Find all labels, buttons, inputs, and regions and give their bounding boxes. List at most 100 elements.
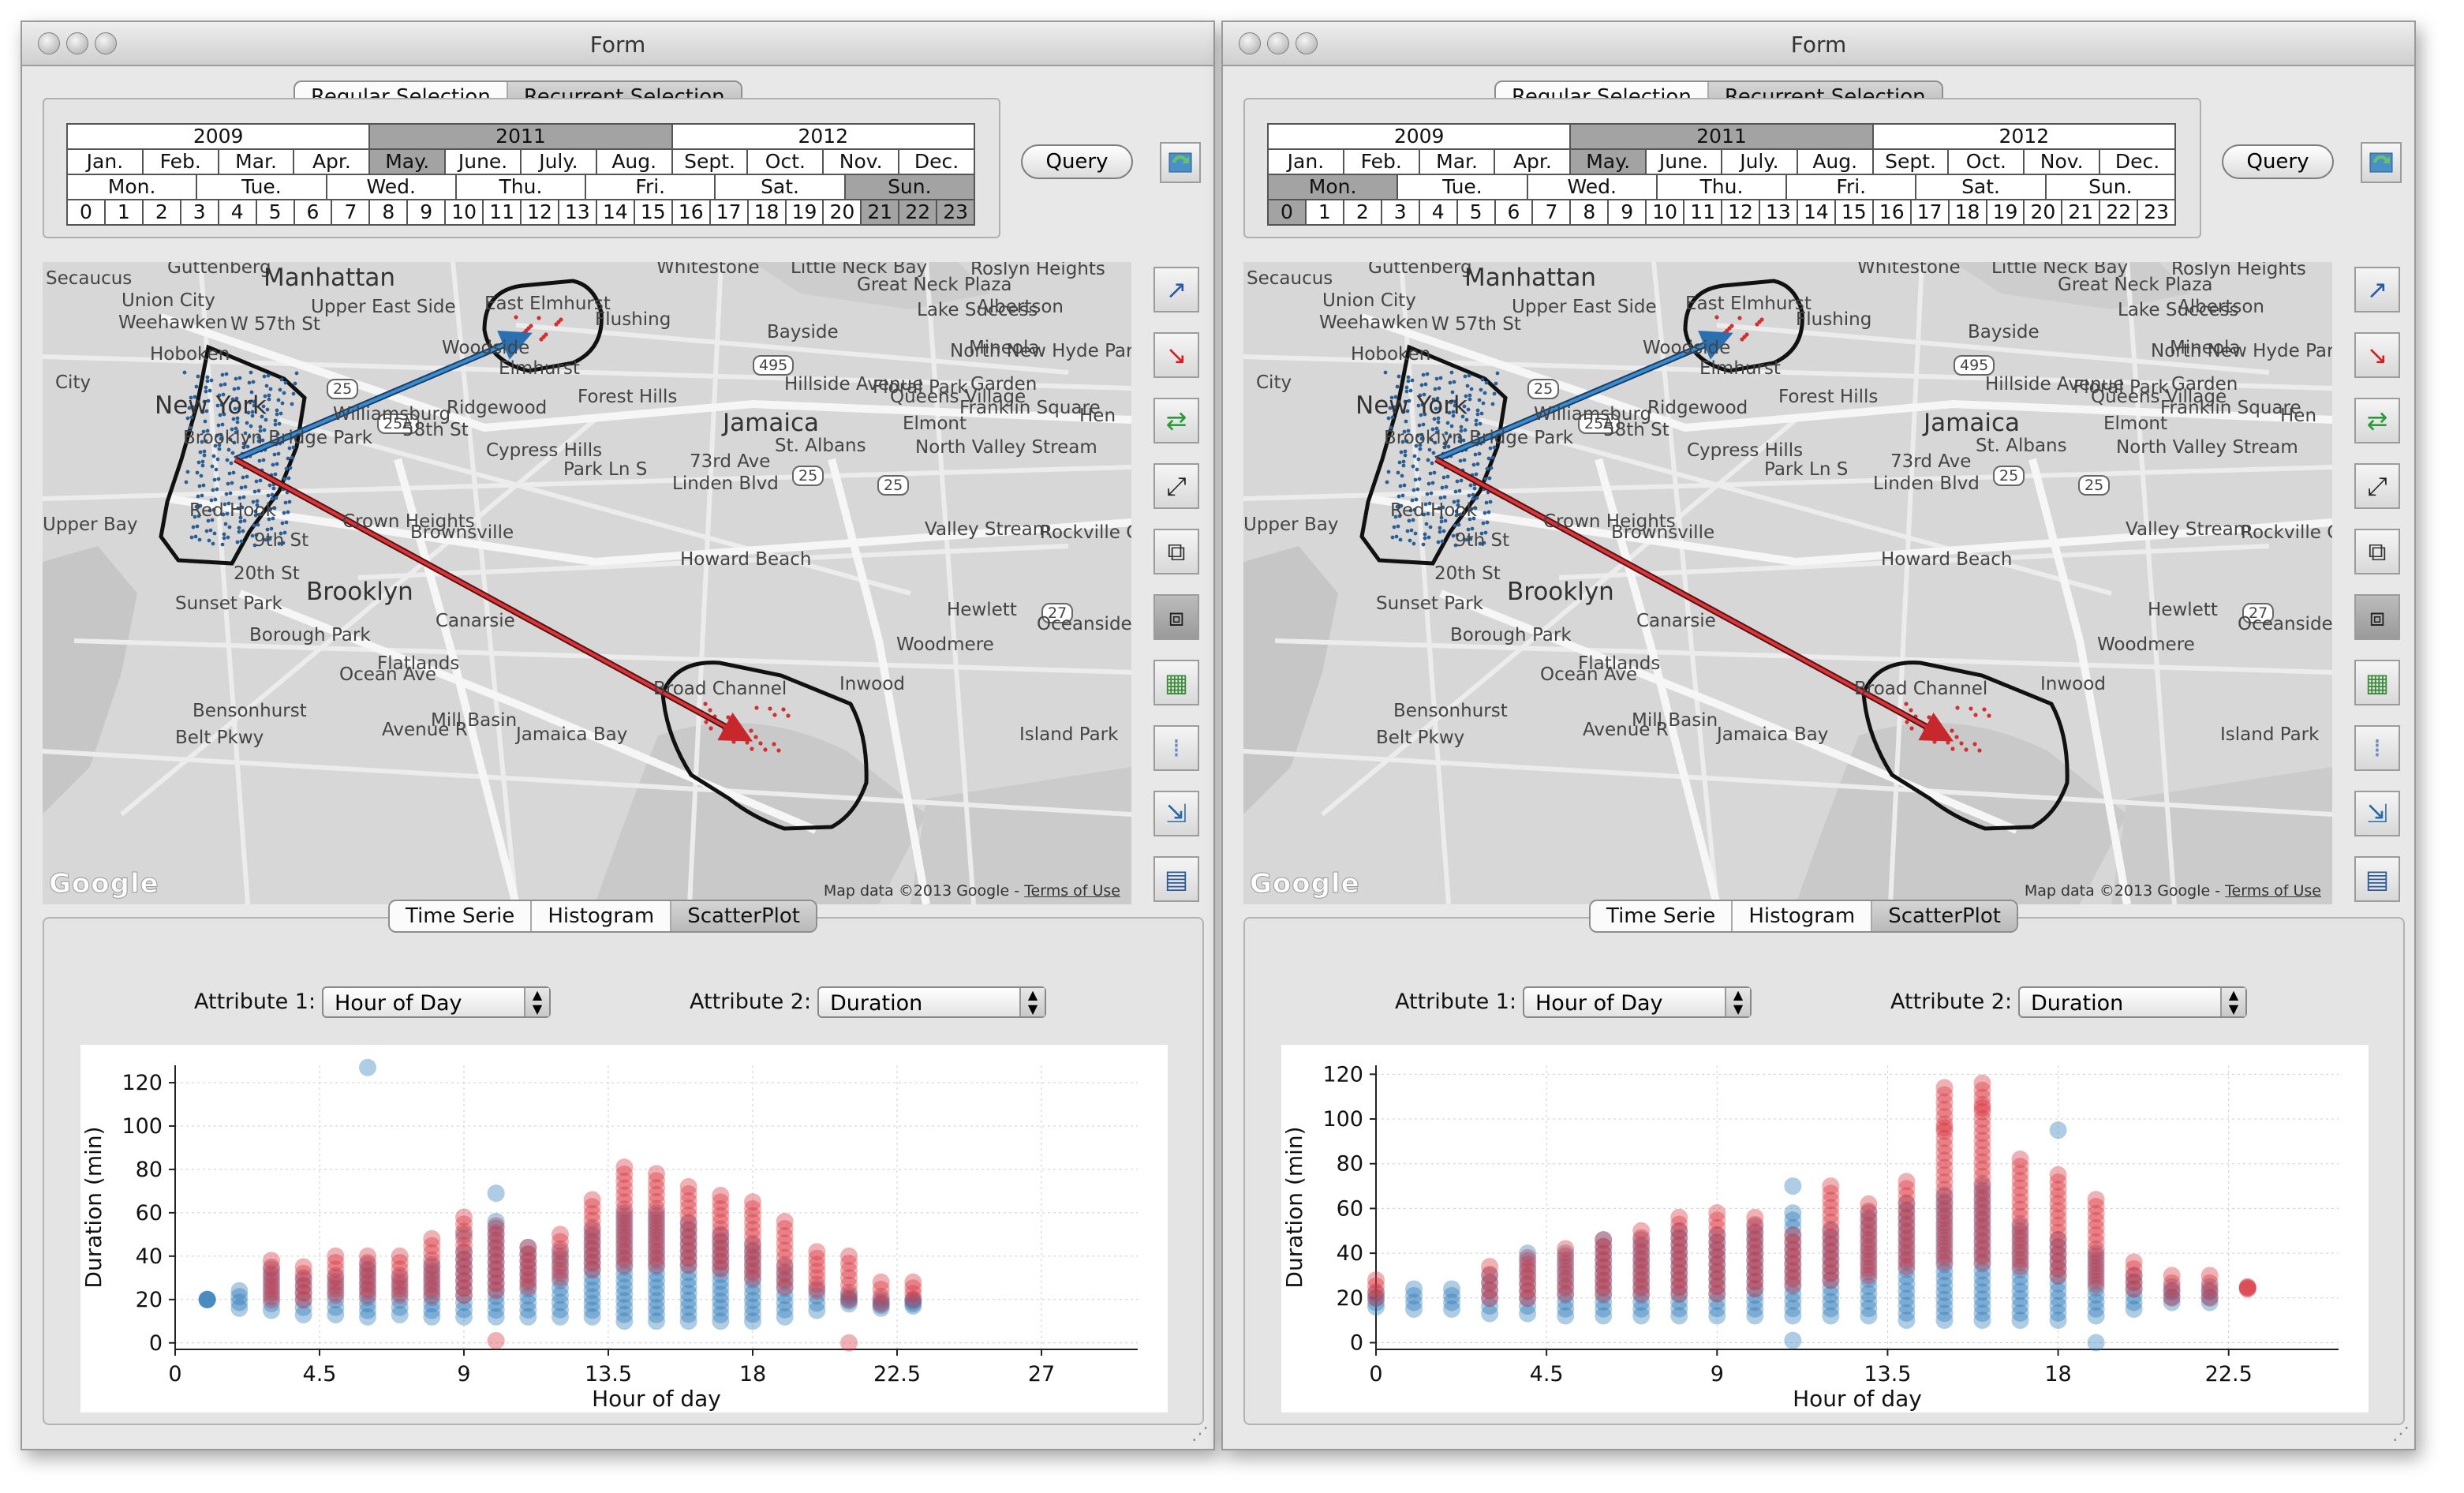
calendar-weekday-cell[interactable]: Wed. [1528, 175, 1658, 199]
calendar-hour-cell[interactable]: 21 [862, 200, 900, 224]
calendar-weekday-cell[interactable]: Tue. [197, 175, 327, 199]
calendar-hour-cell[interactable]: 18 [1950, 200, 1987, 224]
calendar-hour-cell[interactable]: 11 [484, 200, 522, 224]
calendar-hour-cell[interactable]: 19 [787, 200, 824, 224]
calendar-month-cell[interactable]: Jan. [1269, 150, 1344, 174]
select-od-icon[interactable]: ⤢ [1153, 463, 1199, 509]
calendar-hour-cell[interactable]: 6 [295, 200, 333, 224]
calendar-weekday-cell[interactable]: Sat. [1916, 175, 2047, 199]
map-layer-icon[interactable]: ▦ [2354, 660, 2400, 705]
calendar-hour-cell[interactable]: 1 [106, 200, 144, 224]
calendar-month-cell[interactable]: June. [1647, 150, 1722, 174]
calendar-weekday-cell[interactable]: Mon. [1269, 175, 1399, 199]
calendar-hour-cell[interactable]: 13 [1760, 200, 1798, 224]
calendar-hour-cell[interactable]: 14 [597, 200, 635, 224]
terms-of-use-link[interactable]: Terms of Use [1024, 882, 1120, 900]
calendar-month-cell[interactable]: Dec. [899, 150, 974, 174]
map-view[interactable]: 25 25A 495 25 25 27 Secaucus Guttenberg Manhatta… [1243, 262, 2332, 904]
select-od-icon[interactable]: ⤢ [2354, 463, 2400, 509]
link-regions-dark-icon[interactable]: ⧈ [1153, 594, 1199, 640]
select-origin-icon[interactable]: ↗ [1153, 267, 1199, 312]
calendar-month-cell[interactable]: Jan. [68, 150, 144, 174]
calendar-month-cell[interactable]: Feb. [144, 150, 219, 174]
calendar-hour-cell[interactable]: 12 [522, 200, 559, 224]
calendar-hour-cell[interactable]: 4 [219, 200, 257, 224]
attribute2-select[interactable]: Duration ▲ ▼ [817, 986, 1046, 1018]
terms-of-use-link[interactable]: Terms of Use [2225, 882, 2321, 900]
calendar-hour-cell[interactable]: 3 [181, 200, 219, 224]
calendar-month-cell[interactable]: Apr. [294, 150, 371, 174]
grid-dots-icon[interactable]: ⁞ [1153, 725, 1199, 771]
calendar-hour-cell[interactable]: 10 [1647, 200, 1685, 224]
select-destination-icon[interactable]: ↘ [1153, 332, 1199, 378]
calendar-year-cell[interactable]: 2009 [1269, 125, 1572, 148]
calendar-month-cell[interactable]: Nov. [2025, 150, 2101, 174]
refresh-icon[interactable] [1160, 142, 1201, 183]
calendar-hour-cell[interactable]: 5 [257, 200, 295, 224]
calendar-hour-cell[interactable]: 14 [1798, 200, 1836, 224]
calendar-hour-cell[interactable]: 7 [1533, 200, 1572, 224]
tab-scatterplot[interactable]: ScatterPlot [671, 901, 816, 931]
calendar-year-cell[interactable]: 2012 [673, 125, 974, 148]
tab-scatterplot[interactable]: ScatterPlot [1872, 901, 2017, 931]
calendar-hour-cell[interactable]: 23 [2138, 200, 2174, 224]
calendar-weekday-cell[interactable]: Thu. [1658, 175, 1788, 199]
calendar-month-cell[interactable]: June. [446, 150, 522, 174]
calendar-month-cell[interactable]: Sept. [673, 150, 749, 174]
calendar-hour-cell[interactable]: 20 [824, 200, 862, 224]
calendar-month-cell[interactable]: Mar. [219, 150, 295, 174]
calendar-hour-cell[interactable]: 2 [144, 200, 181, 224]
calendar-month-cell[interactable]: Sept. [1874, 150, 1950, 174]
calendar-weekday-cell[interactable]: Sun. [845, 175, 974, 199]
calendar-hour-cell[interactable]: 17 [711, 200, 749, 224]
calendar-hour-cell[interactable]: 0 [1269, 200, 1307, 224]
calendar-year-cell[interactable]: 2012 [1874, 125, 2174, 148]
calendar-weekday-cell[interactable]: Fri. [1787, 175, 1917, 199]
select-origin-icon[interactable]: ↗ [2354, 267, 2400, 312]
select-destination-icon[interactable]: ↘ [2354, 332, 2400, 378]
calendar-weekday-cell[interactable]: Wed. [327, 175, 457, 199]
attribute1-select[interactable]: Hour of Day ▲ ▼ [1523, 986, 1752, 1018]
calendar-hour-cell[interactable]: 15 [635, 200, 673, 224]
calendar-hour-cell[interactable]: 9 [408, 200, 447, 224]
calendar-hour-cell[interactable]: 3 [1382, 200, 1420, 224]
calendar-month-cell[interactable]: Dec. [2100, 150, 2174, 174]
calendar-hour-cell[interactable]: 1 [1307, 200, 1344, 224]
calendar-hour-cell[interactable]: 10 [446, 200, 484, 224]
calendar-weekday-cell[interactable]: Fri. [586, 175, 716, 199]
select-both-icon[interactable]: ⇄ [2354, 398, 2400, 443]
export-table-icon[interactable]: ⇲ [1153, 791, 1199, 836]
link-regions-icon[interactable]: ⧉ [2354, 529, 2400, 574]
link-regions-icon[interactable]: ⧉ [1153, 529, 1199, 574]
calendar-weekday-cell[interactable]: Mon. [68, 175, 198, 199]
calendar-hour-cell[interactable]: 21 [2062, 200, 2101, 224]
table-icon[interactable]: ▤ [2354, 856, 2400, 902]
select-both-icon[interactable]: ⇄ [1153, 398, 1199, 443]
calendar-hour-cell[interactable]: 5 [1458, 200, 1496, 224]
calendar-weekday-cell[interactable]: Thu. [457, 175, 587, 199]
tab-time-serie[interactable]: Time Serie [390, 901, 533, 931]
calendar-hour-cell[interactable]: 23 [937, 200, 974, 224]
grid-dots-icon[interactable]: ⁞ [2354, 725, 2400, 771]
tab-histogram[interactable]: Histogram [1733, 901, 1873, 931]
calendar-hour-cell[interactable]: 22 [2100, 200, 2139, 224]
calendar-hour-cell[interactable]: 6 [1496, 200, 1534, 224]
map-view[interactable]: 25 25A 495 25 25 27 Secaucus Guttenberg Manhatta… [43, 262, 1131, 904]
tab-histogram[interactable]: Histogram [532, 901, 672, 931]
calendar-month-cell[interactable]: Aug. [1798, 150, 1874, 174]
calendar-month-cell[interactable]: Mar. [1420, 150, 1496, 174]
calendar-hour-cell[interactable]: 16 [1874, 200, 1912, 224]
table-icon[interactable]: ▤ [1153, 856, 1199, 902]
calendar-month-cell[interactable]: July. [1722, 150, 1798, 174]
resize-grip-icon[interactable]: ⋰ [1191, 1424, 1209, 1444]
query-button[interactable]: Query [2222, 144, 2334, 179]
map-layer-icon[interactable]: ▦ [1153, 660, 1199, 705]
export-table-icon[interactable]: ⇲ [2354, 791, 2400, 836]
calendar-month-cell[interactable]: Apr. [1495, 150, 1572, 174]
calendar-month-cell[interactable]: May. [1571, 150, 1647, 174]
calendar-month-cell[interactable]: July. [522, 150, 597, 174]
calendar-hour-cell[interactable]: 7 [332, 200, 371, 224]
calendar-hour-cell[interactable]: 11 [1684, 200, 1723, 224]
query-button[interactable]: Query [1021, 144, 1133, 179]
calendar-hour-cell[interactable]: 4 [1420, 200, 1458, 224]
